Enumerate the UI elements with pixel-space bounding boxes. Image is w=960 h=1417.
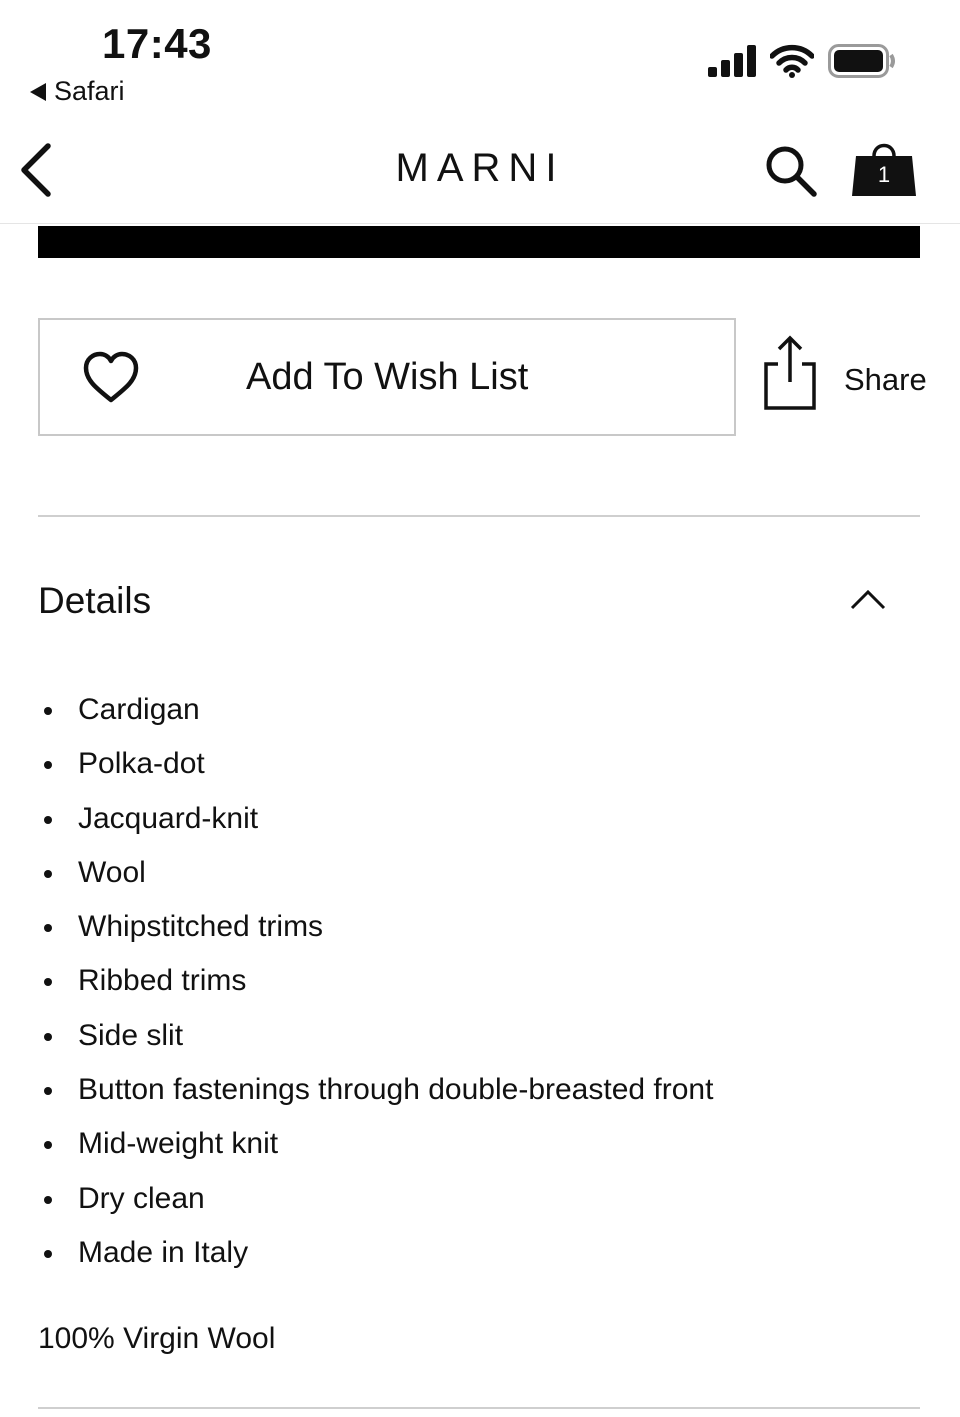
- search-icon[interactable]: [762, 142, 818, 198]
- status-icons: [708, 44, 896, 78]
- wishlist-label: Add To Wish List: [246, 356, 529, 398]
- list-item: Whipstitched trims: [38, 903, 713, 957]
- product-details-page: 17:43 Safari MARNI 1 Add To Wish List Sh…: [0, 0, 960, 1417]
- heart-icon: [83, 351, 139, 403]
- details-accordion-header[interactable]: Details: [38, 580, 151, 622]
- list-item: Mid-weight knit: [38, 1120, 713, 1174]
- list-item: Side slit: [38, 1012, 713, 1066]
- chevron-up-icon[interactable]: [848, 584, 888, 614]
- back-triangle-icon: [30, 82, 46, 101]
- signal-icon: [708, 45, 756, 77]
- share-label: Share: [844, 362, 927, 397]
- battery-icon: [828, 44, 895, 78]
- list-item: Wool: [38, 849, 713, 903]
- share-icon: [764, 335, 816, 410]
- share-button[interactable]: Share: [760, 334, 930, 414]
- list-item: Button fastenings through double-breaste…: [38, 1066, 713, 1120]
- site-header: MARNI 1: [0, 120, 960, 224]
- section-divider: [38, 515, 920, 517]
- details-list: Cardigan Polka-dot Jacquard-knit Wool Wh…: [38, 686, 713, 1283]
- back-to-safari-link[interactable]: Safari: [30, 76, 125, 107]
- list-item: Ribbed trims: [38, 957, 713, 1011]
- section-divider: [38, 1407, 920, 1409]
- composition-text: 100% Virgin Wool: [38, 1322, 276, 1355]
- list-item: Made in Italy: [38, 1229, 713, 1283]
- product-banner-bar: [38, 226, 920, 258]
- list-item: Cardigan: [38, 686, 713, 740]
- add-to-wishlist-button[interactable]: Add To Wish List: [38, 318, 736, 436]
- shopping-bag-icon[interactable]: [848, 138, 920, 198]
- wifi-icon: [770, 44, 814, 78]
- status-time: 17:43: [102, 20, 212, 67]
- list-item: Dry clean: [38, 1175, 713, 1229]
- list-item: Polka-dot: [38, 740, 713, 794]
- list-item: Jacquard-knit: [38, 795, 713, 849]
- back-app-label: Safari: [54, 76, 125, 106]
